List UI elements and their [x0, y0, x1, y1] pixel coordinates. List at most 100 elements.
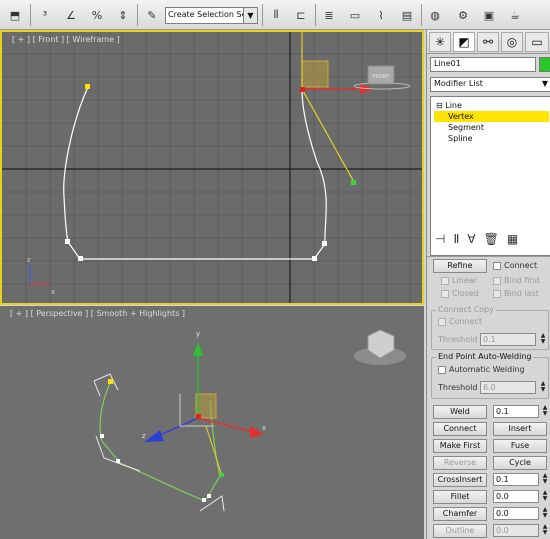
- front-viewport-label[interactable]: [ + ] [ Front ] [ Wireframe ]: [12, 35, 120, 44]
- pin-stack-icon[interactable]: ⊣: [435, 232, 445, 246]
- threshold-label-2: Threshold: [438, 383, 478, 392]
- cross-insert-button[interactable]: CrossInsert: [433, 473, 487, 487]
- display-tab-icon[interactable]: ▭: [525, 32, 549, 52]
- fuse-button[interactable]: Fuse: [493, 439, 547, 453]
- closed-checkbox[interactable]: Closed: [441, 289, 479, 298]
- selected-vertex[interactable]: [300, 87, 305, 92]
- vertex[interactable]: [202, 498, 206, 502]
- curve-editor-icon[interactable]: ⌇: [370, 4, 392, 26]
- stack-item-segment[interactable]: Segment: [434, 122, 549, 133]
- fillet-field[interactable]: 0.0: [493, 490, 539, 503]
- chevron-down-icon[interactable]: ▼: [243, 7, 258, 24]
- weld-threshold-field[interactable]: 0.1: [493, 405, 539, 418]
- stack-item-line[interactable]: ⊟ Line: [434, 100, 549, 111]
- stack-item-vertex[interactable]: Vertex: [434, 111, 549, 122]
- vertex[interactable]: [312, 256, 317, 261]
- vertex[interactable]: [65, 239, 70, 244]
- connect-button[interactable]: Connect: [433, 422, 487, 436]
- vertex[interactable]: [322, 241, 327, 246]
- spinner-icon[interactable]: ▲ ▼: [542, 405, 548, 418]
- axis-label-z: z: [27, 256, 31, 264]
- remove-modifier-icon[interactable]: 🗑: [484, 232, 499, 246]
- spinner-icon[interactable]: ▲ ▼: [540, 381, 546, 394]
- bezier-handle[interactable]: [351, 180, 356, 185]
- layer-manager-icon[interactable]: ≣: [318, 4, 340, 26]
- bind-last-checkbox[interactable]: Bind last: [493, 289, 539, 298]
- render-icon[interactable]: ☕: [504, 4, 526, 26]
- reverse-button[interactable]: Reverse: [433, 456, 487, 470]
- spinner-snap-icon[interactable]: ⇕: [112, 4, 134, 26]
- chamfer-button[interactable]: Chamfer: [433, 507, 487, 521]
- gizmo-label-x: x: [262, 424, 266, 432]
- spinner-icon[interactable]: ▲ ▼: [540, 333, 546, 346]
- rendered-frame-icon[interactable]: ▣: [478, 4, 500, 26]
- chevron-down-icon: ▼: [541, 79, 548, 88]
- bezier-handle[interactable]: [220, 473, 224, 477]
- perspective-viewport-label[interactable]: [ + ] [ Perspective ] [ Smooth + Highlig…: [10, 309, 185, 318]
- schematic-view-icon[interactable]: ▤: [396, 4, 418, 26]
- move-gizmo-plane[interactable]: [301, 60, 329, 88]
- material-editor-icon[interactable]: ◍: [424, 4, 446, 26]
- object-color-swatch[interactable]: [539, 57, 550, 72]
- hierarchy-tab-icon[interactable]: ⚯: [477, 32, 499, 52]
- show-end-result-icon[interactable]: Ⅱ: [453, 232, 459, 246]
- selected-vertex[interactable]: [196, 414, 201, 419]
- vertex-first[interactable]: [108, 379, 113, 384]
- toolbar-divider: [315, 4, 316, 26]
- vertex[interactable]: [78, 256, 83, 261]
- vertex-first[interactable]: [85, 84, 90, 89]
- modifier-list-dropdown[interactable]: Modifier List ▼: [430, 77, 550, 92]
- modifier-list-label: Modifier List: [434, 79, 483, 88]
- fillet-button[interactable]: Fillet: [433, 490, 487, 504]
- motion-tab-icon[interactable]: ◎: [501, 32, 523, 52]
- select-icon[interactable]: ⬒: [4, 4, 26, 26]
- stack-item-spline[interactable]: Spline: [434, 133, 549, 144]
- align-icon[interactable]: ⊏: [290, 4, 312, 26]
- mirror-icon[interactable]: ⫴: [265, 4, 287, 26]
- linear-checkbox[interactable]: Linear: [441, 276, 477, 285]
- automatic-welding-checkbox[interactable]: Automatic Welding: [438, 365, 525, 374]
- cycle-button[interactable]: Cycle: [493, 456, 547, 470]
- snap-3d-icon[interactable]: ³: [34, 4, 56, 26]
- spinner-icon[interactable]: ▲ ▼: [542, 473, 548, 486]
- move-gizmo-y-arrow[interactable]: [193, 342, 203, 356]
- refine-button[interactable]: Refine: [433, 259, 487, 273]
- threshold-field[interactable]: 0.1: [480, 333, 536, 346]
- chamfer-field[interactable]: 0.0: [493, 507, 539, 520]
- line-spline[interactable]: [63, 86, 327, 260]
- front-viewport[interactable]: [ + ] [ Front ] [ Wireframe ] FRONT z x: [0, 30, 424, 305]
- render-setup-icon[interactable]: ⚙: [452, 4, 474, 26]
- create-tab-icon[interactable]: ✳: [429, 32, 451, 52]
- configure-modifier-sets-icon[interactable]: ▦: [507, 232, 518, 246]
- perspective-viewport[interactable]: [ + ] [ Perspective ] [ Smooth + Highlig…: [0, 306, 424, 539]
- edit-named-selection-icon[interactable]: ✎: [141, 4, 163, 26]
- toolbar-divider: [421, 4, 422, 26]
- angle-snap-icon[interactable]: ∠: [60, 4, 82, 26]
- vertex[interactable]: [116, 459, 120, 463]
- bind-first-checkbox[interactable]: Bind first: [493, 276, 540, 285]
- weld-button[interactable]: Weld: [433, 405, 487, 419]
- spinner-icon[interactable]: ▲ ▼: [542, 490, 548, 503]
- spinner-icon[interactable]: ▲ ▼: [542, 507, 548, 520]
- modify-tab-icon[interactable]: ◩: [453, 32, 475, 52]
- connect-copy-checkbox[interactable]: Connect: [438, 317, 482, 326]
- move-gizmo-x-axis[interactable]: [197, 417, 255, 433]
- make-unique-icon[interactable]: ∀: [467, 232, 475, 246]
- spinner-icon[interactable]: ▲ ▼: [542, 524, 548, 537]
- connect-checkbox[interactable]: Connect: [493, 261, 537, 270]
- percent-snap-icon[interactable]: %: [86, 4, 108, 26]
- move-gizmo-z-arrow[interactable]: [144, 430, 164, 442]
- vertex[interactable]: [100, 434, 104, 438]
- vertex[interactable]: [207, 494, 211, 498]
- cross-insert-field[interactable]: 0.1: [493, 473, 539, 486]
- outline-button[interactable]: Outline: [433, 524, 487, 538]
- tangent-handle[interactable]: [205, 425, 223, 477]
- outline-field[interactable]: 0.0: [493, 524, 539, 537]
- object-name-field[interactable]: Line01: [430, 57, 536, 72]
- tangent-handle[interactable]: [301, 88, 355, 183]
- move-gizmo-z-axis[interactable]: [157, 417, 199, 437]
- insert-button[interactable]: Insert: [493, 422, 547, 436]
- threshold-field-2[interactable]: 6.0: [480, 381, 536, 394]
- graphite-ribbon-icon[interactable]: ▭: [344, 4, 366, 26]
- make-first-button[interactable]: Make First: [433, 439, 487, 453]
